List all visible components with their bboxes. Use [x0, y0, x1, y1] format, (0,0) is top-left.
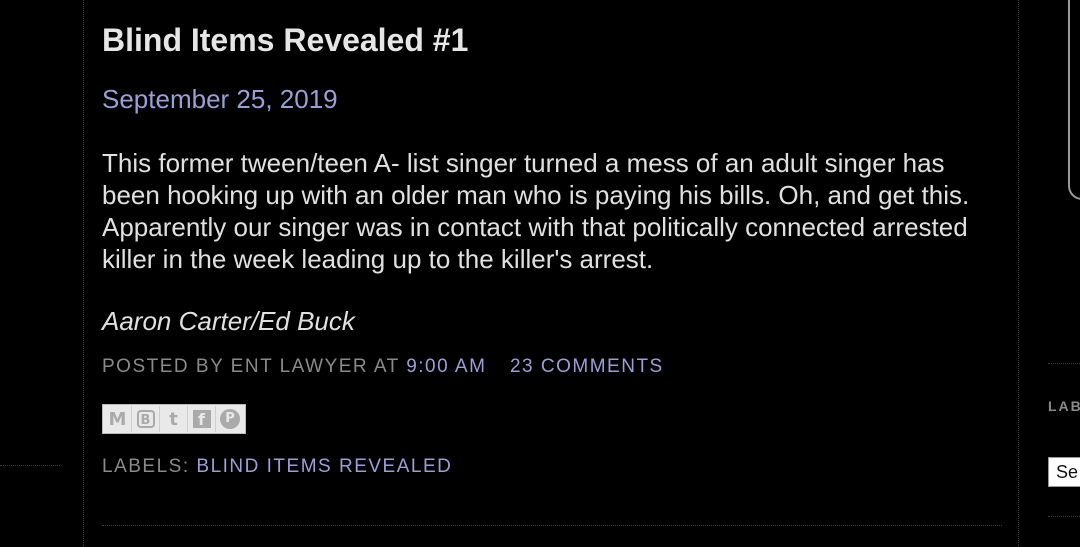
post-timestamp-link[interactable]: 9:00 AM: [406, 356, 486, 377]
email-share-icon[interactable]: M: [104, 406, 132, 432]
post-title[interactable]: Blind Items Revealed #1: [102, 22, 468, 59]
twitter-share-icon[interactable]: t: [160, 406, 188, 432]
main-column: Blind Items Revealed #1 September 25, 20…: [83, 0, 1019, 547]
sidebar-divider-bottom: [1048, 516, 1080, 517]
share-bar: M B t f P: [102, 404, 246, 434]
sidebar-labels-select[interactable]: Se: [1048, 457, 1080, 487]
post-date: September 25, 2019: [102, 84, 338, 114]
blog-share-icon[interactable]: B: [132, 406, 160, 432]
blog-share-glyph: B: [136, 410, 155, 428]
left-divider: [0, 465, 60, 466]
pinterest-share-glyph: P: [220, 409, 240, 429]
post-reveal: Aaron Carter/Ed Buck: [102, 306, 355, 336]
comments-link[interactable]: 23 COMMENTS: [510, 356, 664, 377]
facebook-share-glyph: f: [192, 410, 211, 429]
label-link-blind-items-revealed[interactable]: BLIND ITEMS REVEALED: [196, 456, 452, 477]
labels-prefix: LABELS:: [102, 456, 190, 477]
scroll-container-edge: [1068, 0, 1080, 200]
facebook-share-icon[interactable]: f: [188, 406, 216, 432]
pinterest-share-icon[interactable]: P: [216, 406, 244, 432]
sidebar-divider: [1048, 363, 1080, 364]
posted-by-text: POSTED BY ENT LAWYER AT: [102, 356, 400, 377]
post-body: This former tween/teen A- list singer tu…: [102, 148, 970, 274]
post-labels: LABELS: BLIND ITEMS REVEALED: [102, 456, 452, 478]
post-separator: [102, 525, 1002, 526]
post-footer: POSTED BY ENT LAWYER AT 9:00 AM 23 COMME…: [102, 356, 664, 378]
sidebar-labels-heading: LAB: [1048, 398, 1080, 414]
